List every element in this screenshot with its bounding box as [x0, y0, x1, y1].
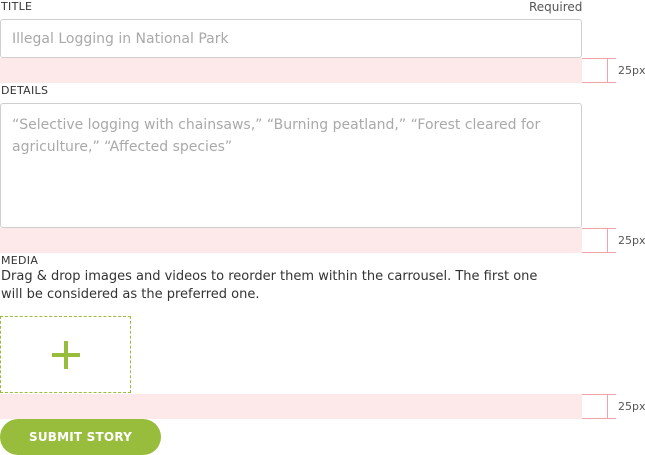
spacing-measure-tick: [582, 58, 616, 59]
plus-icon: [52, 341, 80, 369]
spacing-measure-tick: [582, 394, 616, 395]
required-note: Required: [529, 0, 583, 14]
title-label: TITLE: [1, 0, 33, 13]
spacing-measure-line: [607, 58, 608, 83]
spacing-measure-line: [607, 394, 608, 419]
spacing-measure-label: 25px: [618, 400, 645, 413]
spacing-measure-label: 25px: [618, 64, 645, 77]
title-input[interactable]: [0, 19, 582, 58]
media-description: Drag & drop images and videos to reorder…: [1, 269, 538, 302]
media-dropzone[interactable]: [0, 316, 131, 393]
spacing-measure-tick: [582, 82, 616, 83]
spacing-measure-line: [607, 228, 608, 253]
details-textarea[interactable]: [0, 103, 582, 228]
story-form: TITLE Required 25px DETAILS 25px MEDIA D…: [0, 0, 645, 455]
spacing-guide: [0, 228, 582, 253]
spacing-measure-label: 25px: [618, 234, 645, 247]
spacing-guide: [0, 58, 582, 83]
spacing-measure-tick: [582, 228, 616, 229]
spacing-measure-tick: [582, 418, 616, 419]
spacing-guide: [0, 394, 582, 419]
media-label: MEDIA: [1, 254, 39, 267]
submit-story-button[interactable]: SUBMIT STORY: [0, 419, 161, 455]
details-label: DETAILS: [1, 84, 49, 97]
spacing-measure-tick: [582, 252, 616, 253]
